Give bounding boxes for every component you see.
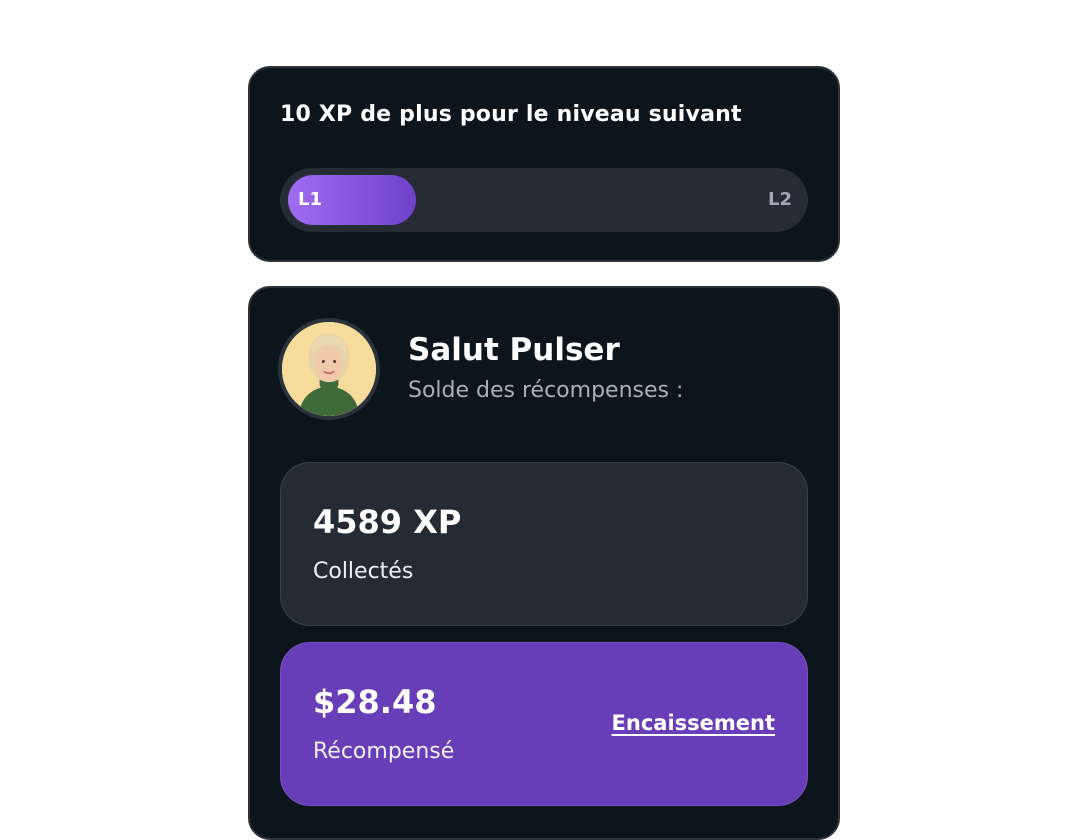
next-level-label: L2 <box>768 189 792 210</box>
greeting-heading: Salut Pulser <box>408 332 620 368</box>
level-progress-card: 10 XP de plus pour le niveau suivant L1 … <box>248 66 840 262</box>
rewards-profile-card: Salut Pulser Solde des récompenses : 458… <box>248 286 840 840</box>
level-progress-track: L1 L2 <box>280 168 808 232</box>
user-avatar-icon <box>282 322 376 416</box>
reward-caption: Récompensé <box>313 739 455 764</box>
xp-caption: Collectés <box>313 559 414 584</box>
avatar[interactable] <box>278 318 380 420</box>
cashout-link[interactable]: Encaissement <box>612 711 775 735</box>
current-level-label: L1 <box>298 189 322 210</box>
reward-tile: $28.48 Récompensé Encaissement <box>280 642 808 806</box>
level-progress-title: 10 XP de plus pour le niveau suivant <box>280 102 742 127</box>
xp-value: 4589 XP <box>313 503 462 541</box>
rewards-balance-label: Solde des récompenses : <box>408 378 684 403</box>
reward-value: $28.48 <box>313 683 437 721</box>
xp-collected-tile: 4589 XP Collectés <box>280 462 808 626</box>
